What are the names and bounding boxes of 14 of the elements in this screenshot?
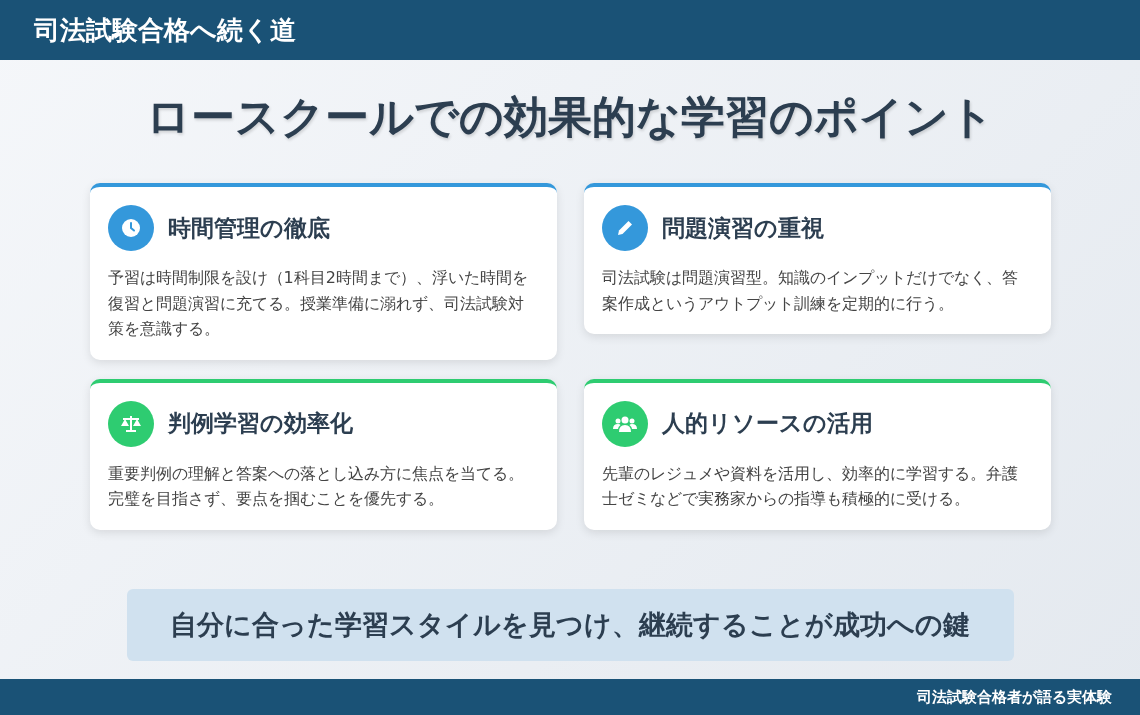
footer-text: 司法試験合格者が語る実体験 <box>917 687 1112 707</box>
card-title: 問題演習の重視 <box>661 213 824 243</box>
card-title: 時間管理の徹底 <box>167 213 330 243</box>
card-text: 司法試験は問題演習型。知識のインプットだけでなく、答案作成というアウトプット訓練を定期的に行う。 <box>601 267 1019 315</box>
scales-icon <box>119 413 142 434</box>
card-title: 人的リソースの活用 <box>661 409 873 439</box>
page-heading: ロースクールでの効果的な学習のポイント <box>146 90 994 144</box>
card-text: 先輩のレジュメや資料を活用し、効率的に学習する。弁護士ゼミなどで実務家からの指導も積極的に受ける。 <box>601 462 1019 511</box>
site-title: 司法試験合格へ続く道 <box>34 13 296 47</box>
card-text: 重要判例の理解と答案への落とし込み方に焦点を当てる。完璧を目指さず、要点を掴むことを優先する。 <box>107 462 525 511</box>
card-text: 予習は時間制限を設け（1科目2時間まで）、浮いた時間を復習と問題演習に充てる。授業準備に溺れず、司法試験対策を意識する。 <box>107 267 529 341</box>
clock-icon <box>120 218 141 238</box>
card-title: 判例学習の効率化 <box>167 409 353 439</box>
conclusion-banner: 自分に合った学習スタイルを見つけ、継続することが成功への鍵 <box>126 589 1014 661</box>
